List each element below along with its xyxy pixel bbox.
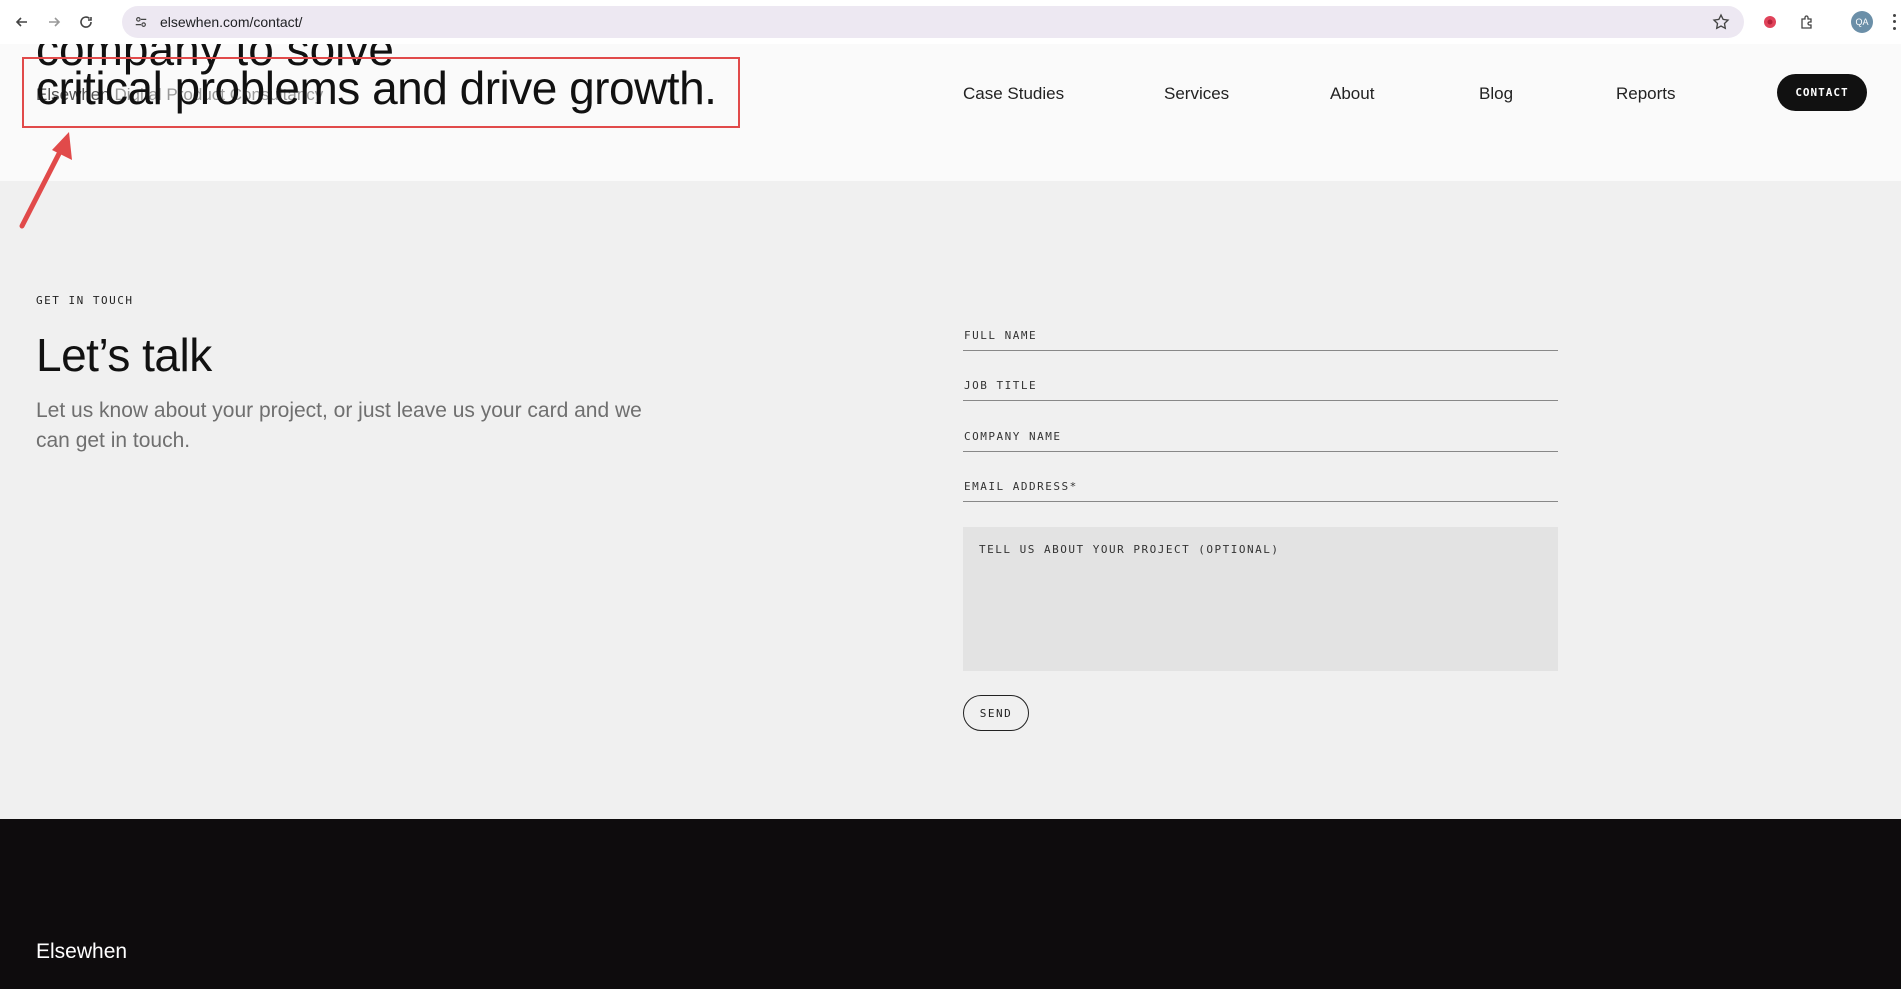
url-text[interactable]: elsewhen.com/contact/ [160, 14, 302, 30]
company-name-field[interactable] [963, 422, 1558, 452]
page-title: Let’s talk [36, 329, 212, 381]
job-title-input[interactable] [963, 371, 1558, 400]
annotation-arrow-icon [19, 132, 72, 229]
footer-brand[interactable]: Elsewhen [36, 940, 127, 964]
nav-services[interactable]: Services [1164, 84, 1229, 104]
project-textarea[interactable] [963, 527, 1558, 671]
page-lead: Let us know about your project, or just … [36, 399, 642, 452]
full-name-input[interactable] [963, 321, 1558, 350]
site-header: company to solve Elsewhen Digital Produc… [0, 44, 1901, 181]
reload-icon[interactable] [72, 8, 100, 36]
site-footer: Elsewhen [0, 819, 1901, 989]
nav-case-studies[interactable]: Case Studies [963, 84, 1064, 104]
nav-blog[interactable]: Blog [1479, 84, 1513, 104]
profile-avatar[interactable]: QA [1851, 11, 1873, 33]
puzzle-extensions-icon[interactable] [1797, 12, 1817, 32]
forward-icon[interactable] [40, 8, 68, 36]
section-eyebrow: GET IN TOUCH [36, 294, 134, 307]
send-button[interactable]: SEND [963, 695, 1029, 731]
site-settings-icon[interactable] [132, 13, 150, 31]
project-field[interactable] [963, 527, 1558, 671]
extension-icon[interactable] [1760, 12, 1780, 32]
annotation-highlight-box [22, 57, 740, 128]
nav-reports[interactable]: Reports [1616, 84, 1676, 104]
company-name-input[interactable] [963, 422, 1558, 451]
browser-menu-icon[interactable] [1890, 12, 1898, 32]
full-name-field[interactable] [963, 321, 1558, 351]
email-field[interactable] [963, 472, 1558, 502]
bookmark-star-icon[interactable] [1712, 13, 1730, 31]
nav-about[interactable]: About [1330, 84, 1374, 104]
back-icon[interactable] [8, 8, 36, 36]
job-title-field[interactable] [963, 371, 1558, 401]
address-bar[interactable]: elsewhen.com/contact/ [122, 6, 1744, 38]
contact-button[interactable]: CONTACT [1777, 74, 1867, 111]
email-input[interactable] [963, 472, 1558, 501]
